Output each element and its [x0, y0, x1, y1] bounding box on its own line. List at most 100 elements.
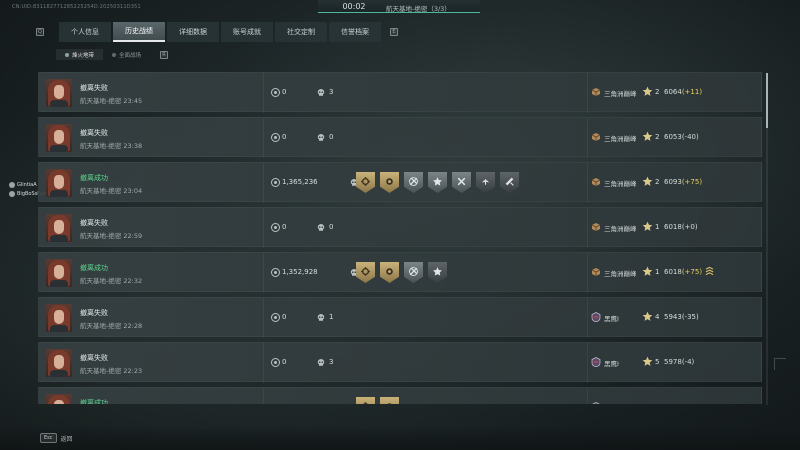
- match-time: 23:04: [123, 187, 143, 195]
- member-avatar-icon: [9, 191, 15, 197]
- achievement-medal-icon: [476, 172, 495, 193]
- medal-emblem-icon: [361, 177, 370, 186]
- kill-count-icon: [317, 224, 325, 231]
- asset-value-icon: [271, 313, 280, 322]
- map-and-time: 航天基地-绝密 22:59: [80, 230, 142, 240]
- map-name: 航天基地-绝密: [80, 187, 122, 195]
- match-timer: 00:02: [342, 2, 366, 11]
- back-label: 返回: [60, 435, 73, 443]
- match-row[interactable]: 撤离成功航天基地-绝密23:041,365,23613三角洲巅峰26093(+7…: [38, 162, 762, 203]
- esc-key-hint[interactable]: Esc: [40, 433, 57, 443]
- level-star-icon: [642, 221, 653, 231]
- operator-avatar: [46, 259, 72, 287]
- next-tab-key-hint[interactable]: E: [390, 28, 398, 36]
- mode-subtabbar: 烽火地带 全面战场 R: [36, 49, 169, 60]
- tab-achievements[interactable]: 账号成就: [221, 22, 273, 42]
- match-row[interactable]: 撤离成功航天基地-绝密22:321,352,9289三角洲巅峰16018(+75…: [38, 252, 762, 293]
- subtab-full-battlefield[interactable]: 全面战场: [103, 49, 150, 60]
- map-and-time: 航天基地-绝密 22:32: [80, 275, 142, 285]
- battlefield-icon: [112, 52, 117, 57]
- match-row[interactable]: 撤离失败 航天基地-绝密 22:59 0 0 三角洲巅峰 1 6018(+0): [38, 207, 762, 248]
- kill-count-icon: [317, 134, 325, 141]
- asset-value: 0: [282, 133, 287, 141]
- medal-emblem-icon: [505, 177, 514, 186]
- rank-score: 6018(+75): [664, 268, 702, 276]
- match-time: 23:45: [123, 97, 143, 105]
- medal-list: [356, 172, 519, 193]
- match-history-list[interactable]: 撤离失败 航天基地-绝密 23:45 0 3 三角洲巅峰 2 6064(+11) 撤离失败 航天基…: [38, 72, 764, 404]
- map-name: 航天基地-绝密: [80, 322, 122, 330]
- match-row[interactable]: 撤离成功: [38, 387, 762, 404]
- medal-emblem-icon: [409, 177, 418, 186]
- map-and-time: 航天基地-绝密 23:38: [80, 140, 142, 150]
- avatar-face: [54, 220, 64, 234]
- medal-list: [356, 397, 399, 404]
- tab-social-custom[interactable]: 社交定制: [275, 22, 327, 42]
- level-star-icon: [642, 176, 653, 186]
- asset-value-icon: [271, 358, 280, 367]
- map-and-time: 航天基地-绝密 22:28: [80, 320, 142, 330]
- asset-value: 0: [282, 88, 287, 96]
- subtab-key-hint[interactable]: R: [160, 50, 169, 59]
- score-delta: (+75): [681, 268, 703, 276]
- level-star-icon: [642, 356, 653, 366]
- match-row[interactable]: 撤离失败 航天基地-绝密 23:45 0 3 三角洲巅峰 2 6064(+11): [38, 72, 762, 113]
- tab-detailed-data[interactable]: 详细数据: [167, 22, 219, 42]
- achievement-medal-icon: [500, 172, 519, 193]
- asset-value: 0: [282, 358, 287, 366]
- column-divider: [587, 73, 588, 113]
- back-control[interactable]: Esc 返回: [40, 433, 73, 443]
- tab-match-history[interactable]: 历史战绩: [113, 22, 165, 42]
- rank-hawk-icon: [592, 402, 600, 404]
- extraction-result: 撤离成功: [80, 174, 108, 182]
- map-and-time: 航天基地-绝密 23:04: [80, 185, 142, 195]
- match-row[interactable]: 撤离失败 航天基地-绝密 22:23 0 3 黑鹰I 5 5978(-4): [38, 342, 762, 383]
- rank-level: 4: [655, 313, 660, 321]
- level-star-icon: [642, 266, 653, 276]
- tab-personal-info[interactable]: 个人信息: [59, 22, 111, 42]
- avatar-coat: [50, 145, 68, 152]
- tab-reputation[interactable]: 信誉档案: [329, 22, 381, 42]
- scrollbar-thumb[interactable]: [766, 73, 768, 128]
- column-divider: [587, 343, 588, 383]
- medal-emblem-icon: [386, 268, 393, 275]
- score-value: 5978: [664, 358, 682, 366]
- subtab-hazard-zone[interactable]: 烽火地带: [56, 49, 104, 60]
- corner-decoration: [774, 358, 786, 370]
- rank-name: 三角洲巅峰: [604, 270, 637, 278]
- column-divider: [263, 253, 264, 293]
- rank-score: 6018(+0): [664, 223, 698, 231]
- extraction-result: 撤离失败: [80, 129, 108, 137]
- score-value: 6093: [664, 178, 682, 186]
- match-row[interactable]: 撤离失败 航天基地-绝密 23:38 0 0 三角洲巅峰 2 6053(-40): [38, 117, 762, 158]
- achievement-medal-icon: [404, 262, 423, 283]
- medal-emblem-icon: [361, 267, 370, 276]
- list-scrollbar[interactable]: [766, 73, 768, 405]
- score-delta: (+11): [681, 88, 703, 96]
- rank-name: 三角洲巅峰: [604, 180, 637, 188]
- map-and-time: 航天基地-绝密 23:45: [80, 95, 142, 105]
- prev-tab-key-hint[interactable]: Q: [36, 28, 44, 36]
- medal-emblem-icon: [457, 177, 466, 186]
- column-divider: [587, 388, 588, 404]
- member-name: GlintiaA: [17, 182, 37, 188]
- score-value: 6064: [664, 88, 682, 96]
- match-row[interactable]: 撤离失败 航天基地-绝密 22:28 0 1 黑鹰I 4 5943(-35): [38, 297, 762, 338]
- column-divider: [587, 118, 588, 158]
- operator-avatar: [46, 169, 72, 197]
- achievement-medal-icon: [380, 397, 399, 404]
- player-uid: CN:UID:831182771285225254D.20250311D351: [12, 4, 141, 10]
- avatar-coat: [50, 325, 68, 332]
- rank-level: 2: [655, 133, 660, 141]
- avatar-face: [54, 130, 64, 144]
- column-divider: [263, 73, 264, 113]
- rank-level: 1: [655, 268, 660, 276]
- asset-value-icon: [271, 268, 280, 277]
- kill-count: 0: [329, 223, 334, 231]
- score-value: 6053: [664, 133, 682, 141]
- rank-name: 黑鹰I: [604, 315, 619, 323]
- column-divider: [263, 208, 264, 248]
- achievement-medal-icon: [428, 172, 447, 193]
- map-name: 航天基地-绝密: [80, 367, 122, 375]
- subtab-full-battlefield-label: 全面战场: [119, 52, 142, 59]
